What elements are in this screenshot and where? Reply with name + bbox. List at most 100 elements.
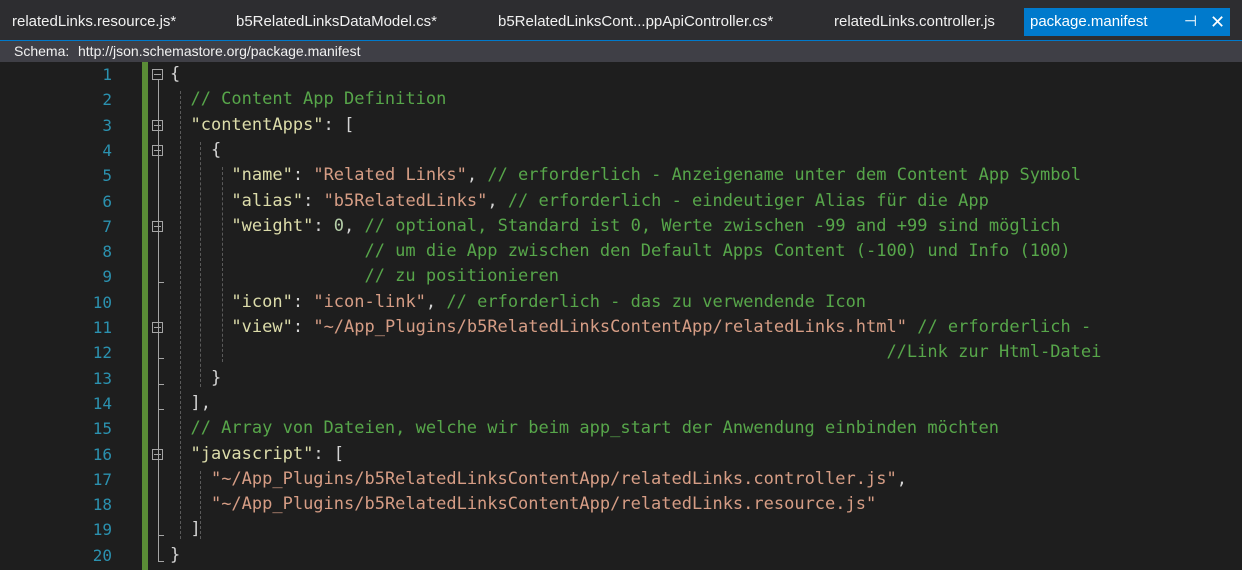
code-token: "name"	[231, 165, 293, 186]
code-token: "javascript"	[190, 443, 314, 464]
code-token: ,	[466, 165, 488, 186]
close-icon[interactable]: ✕	[1210, 8, 1225, 36]
code-token: :	[313, 215, 334, 236]
code-token: "icon"	[231, 291, 293, 312]
code-token: //Link zur Html-Datei	[170, 342, 1102, 363]
code-token: ,	[344, 215, 365, 236]
code-token: ,	[425, 291, 447, 312]
collapse-toggle-icon[interactable]	[152, 119, 163, 131]
line-number: 20	[92, 545, 112, 565]
schema-bar: Schema: http://json.schemastore.org/pack…	[0, 40, 1242, 62]
code-token: : [	[323, 114, 355, 135]
code-line[interactable]: "view": "~/App_Plugins/b5RelatedLinksCon…	[170, 315, 1091, 340]
line-number: 11	[92, 318, 112, 337]
line-number: 6	[102, 191, 112, 211]
code-token: "weight"	[231, 215, 314, 236]
tab-relatedlinks-controller[interactable]: relatedLinks.controller.js	[834, 8, 995, 36]
outline-bracket-end	[158, 358, 164, 360]
code-line[interactable]: ]	[170, 517, 200, 542]
tab-label: b5RelatedLinksCont...ppApiController.cs*	[498, 13, 774, 30]
code-line[interactable]: }	[170, 543, 180, 568]
code-line[interactable]: // Array von Dateien, welche wir beim ap…	[170, 416, 999, 441]
outline-bracket-end	[158, 535, 164, 537]
code-line[interactable]: ],	[170, 391, 211, 416]
collapse-toggle-icon[interactable]	[152, 220, 163, 232]
code-line[interactable]: "weight": 0, // optional, Standard ist 0…	[170, 214, 1061, 239]
code-line[interactable]: {	[170, 138, 221, 163]
line-number: 17	[92, 469, 112, 489]
tab-label: package.manifest	[1030, 13, 1148, 30]
code-line[interactable]: "~/App_Plugins/b5RelatedLinksContentApp/…	[170, 467, 907, 492]
code-editor[interactable]: 1 2 3 4 5 6 7 8 9 10 11 12 13 14 15 16 17 18 19 20 { // Con…	[0, 62, 1242, 570]
code-line[interactable]: "alias": "b5RelatedLinks", // erforderli…	[170, 189, 989, 214]
collapse-toggle-icon[interactable]	[152, 144, 163, 156]
tab-relatedlinks-resource[interactable]: relatedLinks.resource.js*	[12, 8, 176, 36]
line-number: 9	[102, 267, 112, 287]
line-number: 19	[92, 520, 112, 540]
code-token: ,	[487, 190, 508, 211]
line-number: 4	[102, 140, 112, 160]
code-token: :	[292, 165, 314, 186]
tab-bar: relatedLinks.resource.js* b5RelatedLinks…	[0, 0, 1242, 40]
line-number: 15	[92, 419, 112, 439]
code-token: // zu positionieren	[170, 266, 559, 287]
outline-bracket-line	[158, 333, 159, 359]
schema-label: Schema:	[14, 43, 70, 59]
code-line[interactable]: // zu positionieren	[170, 264, 559, 289]
line-number: 14	[92, 393, 112, 413]
change-indicator-bar	[142, 62, 148, 570]
code-token: // optional, Standard ist 0, Werte zwisc…	[364, 215, 1061, 236]
outline-bracket-line	[158, 231, 159, 283]
code-line[interactable]: {	[170, 62, 180, 87]
schema-url[interactable]: http://json.schemastore.org/package.mani…	[78, 41, 360, 61]
code-line[interactable]: "contentApps": [	[170, 113, 354, 138]
collapse-toggle-icon[interactable]	[152, 69, 163, 80]
code-token: }	[170, 544, 181, 565]
code-line[interactable]: // um die App zwischen den Default Apps …	[170, 239, 1070, 264]
code-token: // erforderlich -	[917, 317, 1092, 337]
code-token: "b5RelatedLinks"	[323, 190, 488, 211]
outline-bracket-end	[158, 282, 164, 284]
code-line[interactable]: "javascript": [	[170, 442, 344, 467]
line-number: 13	[92, 368, 112, 388]
code-token: // erforderlich - eindeutiger Alias für …	[507, 190, 989, 211]
line-number: 1	[102, 65, 112, 84]
code-token: // Array von Dateien, welche wir beim ap…	[170, 418, 1000, 439]
code-line[interactable]: "name": "Related Links", // erforderlich…	[170, 163, 1081, 188]
code-line[interactable]: "~/App_Plugins/b5RelatedLinksContentApp/…	[170, 492, 876, 517]
tab-b5relatedlinksdatamodel[interactable]: b5RelatedLinksDataModel.cs*	[236, 8, 437, 36]
outline-bracket-end	[158, 383, 164, 385]
tab-package-manifest[interactable]: package.manifest ⊣ ✕	[1024, 8, 1230, 36]
code-token: :	[303, 190, 324, 211]
code-line[interactable]: "icon": "icon-link", // erforderlich - d…	[170, 290, 866, 315]
collapse-toggle-icon[interactable]	[152, 322, 163, 333]
code-token: {	[170, 139, 222, 160]
tab-b5relatedlinkscontentappapicontroller[interactable]: b5RelatedLinksCont...ppApiController.cs*	[498, 8, 773, 36]
line-number: 5	[102, 166, 112, 186]
code-token: "~/App_Plugins/b5RelatedLinksContentApp/…	[210, 468, 897, 489]
code-line[interactable]: //Link zur Html-Datei	[170, 340, 1101, 365]
tab-label: relatedLinks.controller.js	[834, 13, 995, 30]
collapse-toggle-icon[interactable]	[152, 448, 163, 460]
code-token: "view"	[231, 317, 293, 337]
code-token: "~/App_Plugins/b5RelatedLinksContentApp/…	[313, 317, 907, 337]
code-line[interactable]: }	[170, 366, 221, 391]
line-number: 16	[92, 444, 112, 464]
outline-bracket-line	[158, 459, 159, 536]
line-number: 10	[92, 292, 112, 312]
code-token: "~/App_Plugins/b5RelatedLinksContentApp/…	[210, 494, 877, 515]
code-token: "alias"	[231, 190, 304, 211]
code-line[interactable]: // Content App Definition	[170, 87, 446, 112]
pin-icon[interactable]: ⊣	[1184, 8, 1197, 36]
code-token: ],	[170, 392, 211, 413]
tab-label: b5RelatedLinksDataModel.cs*	[236, 13, 437, 30]
line-number: 18	[92, 495, 112, 515]
